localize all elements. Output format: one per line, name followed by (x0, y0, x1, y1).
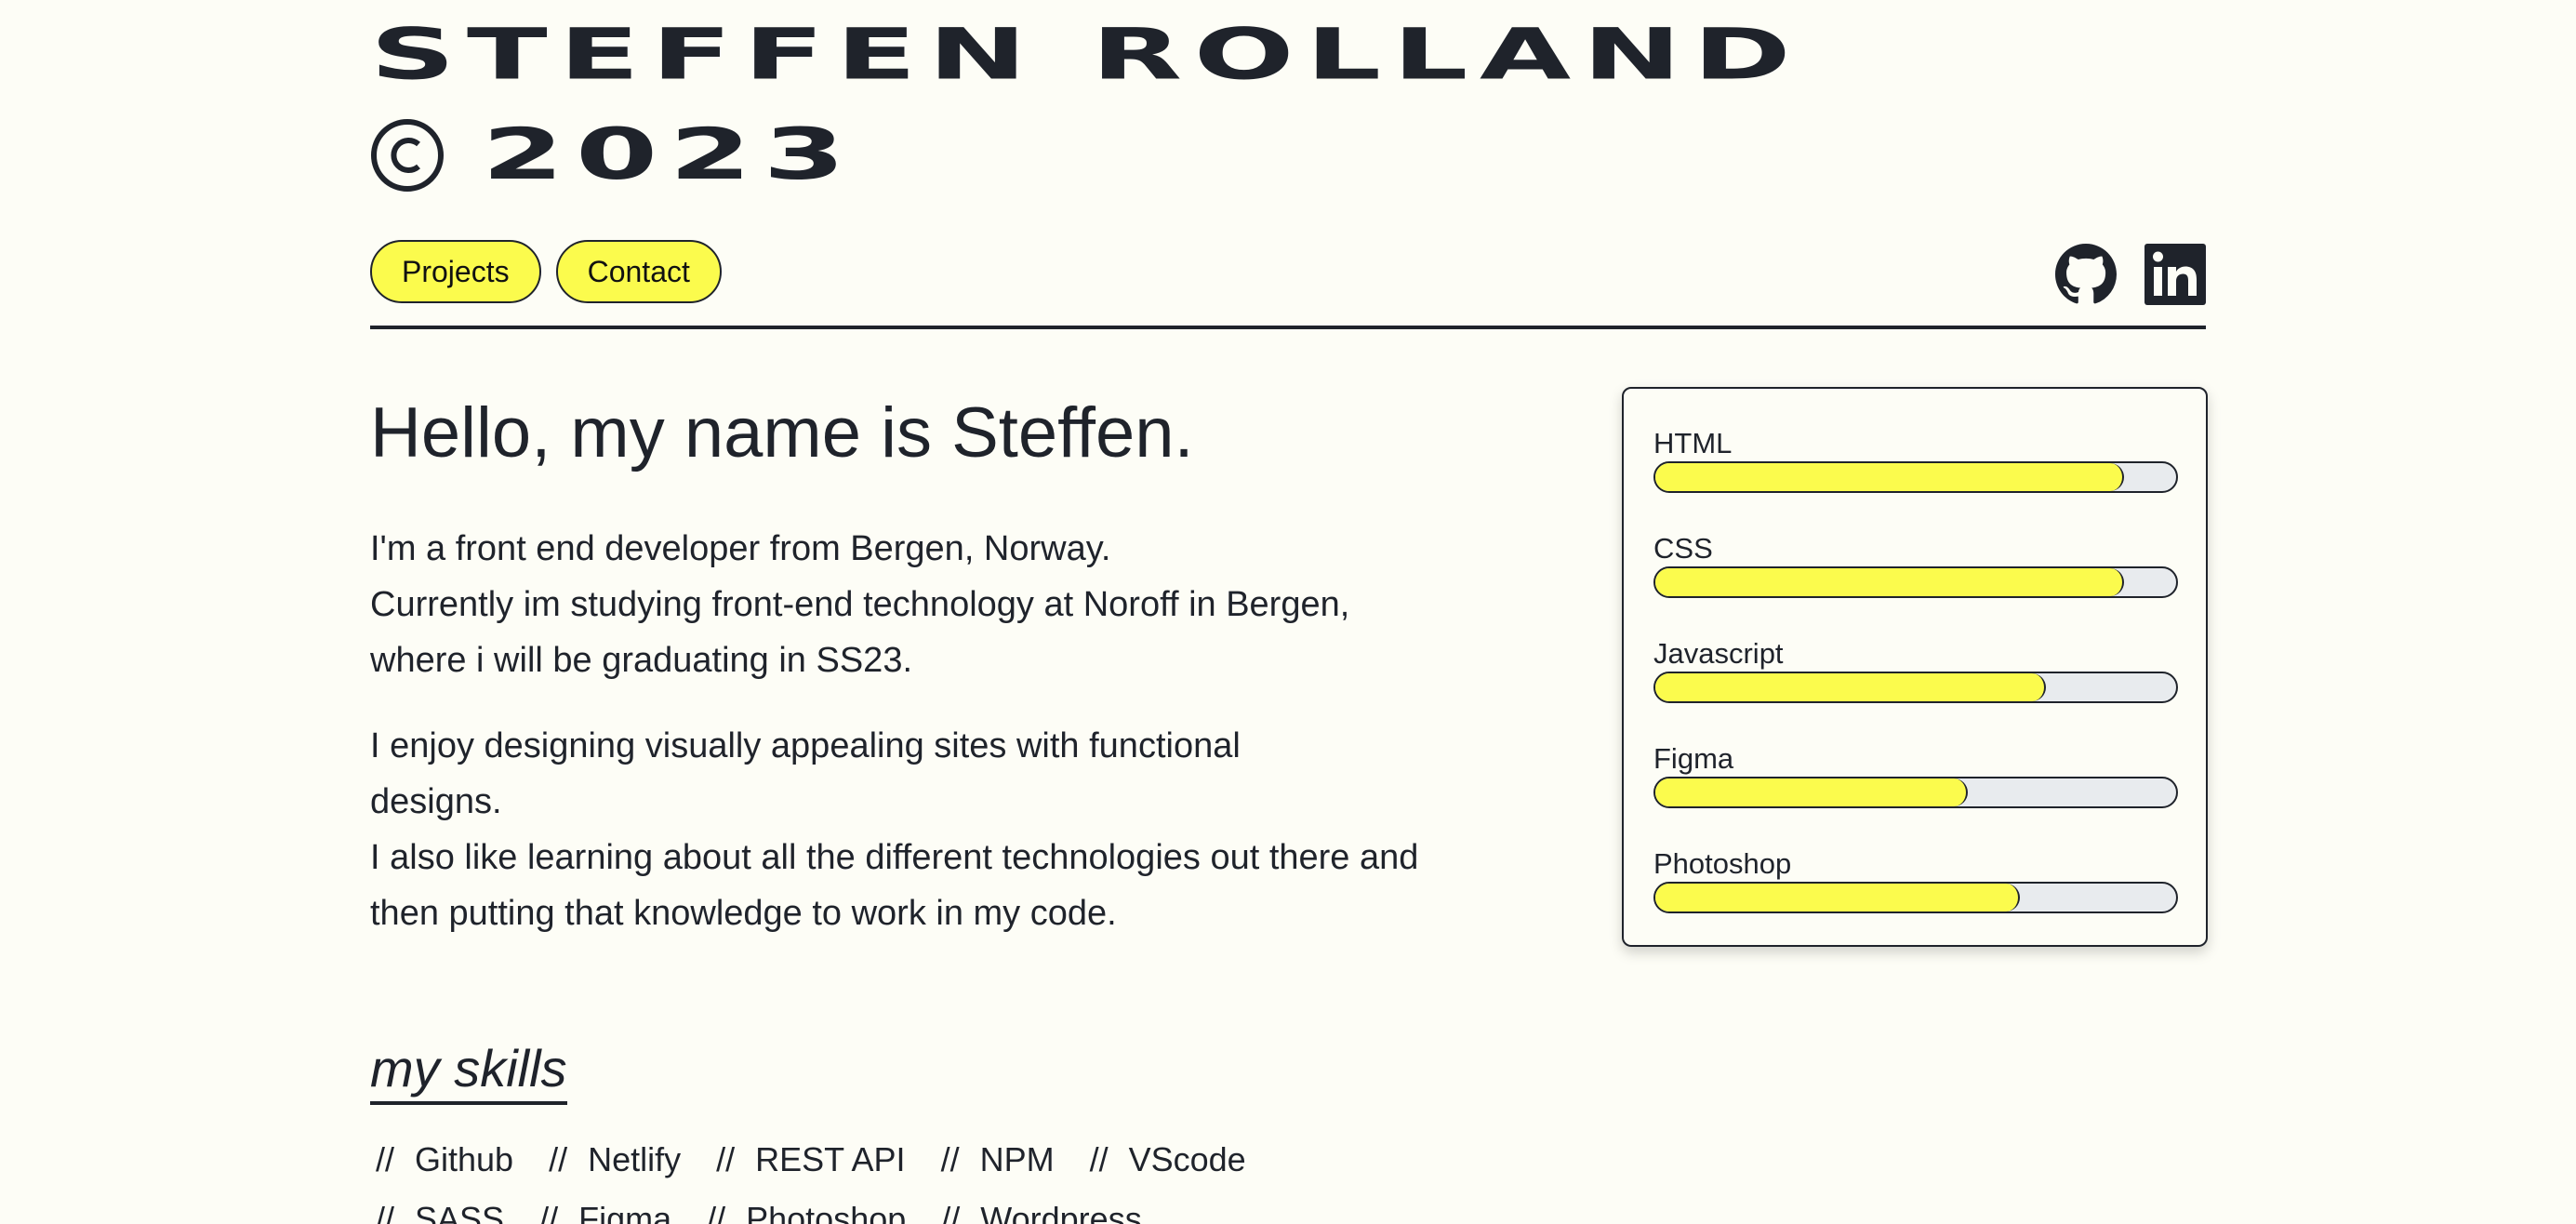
separator: // (1089, 1140, 1109, 1178)
tool-item: Figma (578, 1200, 672, 1224)
contact-button[interactable]: Contact (555, 240, 722, 303)
skill-label: HTML (1653, 427, 1733, 459)
skill-row: Photoshop (1653, 846, 2178, 951)
skill-label: Photoshop (1653, 847, 1792, 880)
skills-card: HTML CSS Javascript Figma Photoshop (1622, 387, 2208, 947)
skill-progress-bar (1653, 777, 2178, 808)
separator: // (707, 1200, 726, 1224)
intro-text: I enjoy designing visually appealing sit… (370, 726, 1241, 821)
skill-progress-fill (1655, 884, 2020, 911)
header-divider (370, 326, 2206, 329)
intro-text: Currently im studying front-end technolo… (370, 585, 1350, 680)
skill-progress-fill (1655, 463, 2124, 491)
portfolio-page: STEFFEN ROLLAND 2023 Projects Contact He… (0, 0, 2576, 1224)
logo-name: STEFFEN ROLLAND (370, 14, 1803, 96)
separator: // (539, 1200, 559, 1224)
page-title: Hello, my name is Steffen. (370, 393, 1194, 472)
skill-row: Figma (1653, 741, 2178, 846)
separator: // (376, 1200, 395, 1224)
site-logo[interactable]: STEFFEN ROLLAND 2023 (370, 20, 1791, 192)
tool-item: Github (415, 1140, 514, 1178)
separator: // (941, 1200, 961, 1224)
intro-paragraph-2: I enjoy designing visually appealing sit… (370, 718, 1430, 941)
skill-progress-fill (1655, 568, 2124, 596)
tools-list-row-2: // SASS // Figma // Photoshop // Wordpre… (376, 1200, 1177, 1224)
separator: // (716, 1140, 736, 1178)
intro-text: I'm a front end developer from Bergen, N… (370, 529, 1111, 568)
skill-progress-bar (1653, 882, 2178, 913)
copyright-icon (370, 118, 445, 193)
skill-label: CSS (1653, 532, 1713, 565)
intro-paragraph-1: I'm a front end developer from Bergen, N… (370, 521, 1430, 688)
skill-row: CSS (1653, 531, 2178, 636)
github-icon[interactable] (2055, 244, 2117, 305)
skill-progress-bar (1653, 672, 2178, 703)
intro-text: I also like learning about all the diffe… (370, 838, 1419, 933)
separator: // (549, 1140, 568, 1178)
skill-progress-fill (1655, 778, 1968, 806)
skill-label: Javascript (1653, 637, 1784, 670)
separator: // (940, 1140, 960, 1178)
skill-row: Javascript (1653, 636, 2178, 741)
tool-item: SASS (415, 1200, 505, 1224)
skill-progress-bar (1653, 566, 2178, 598)
my-skills-heading: my skills (370, 1040, 567, 1105)
tool-item: Netlify (588, 1140, 682, 1178)
tool-item: Wordpress (980, 1200, 1142, 1224)
linkedin-icon[interactable] (2144, 244, 2206, 305)
main-nav: Projects Contact (370, 240, 722, 303)
tool-item: REST API (755, 1140, 906, 1178)
logo-year-line: 2023 (370, 117, 845, 193)
logo-year: 2023 (482, 113, 857, 196)
tools-list-row-1: // Github // Netlify // REST API // NPM … (376, 1140, 1281, 1179)
skill-progress-bar (1653, 461, 2178, 493)
tool-item: VScode (1128, 1140, 1246, 1178)
skill-label: Figma (1653, 742, 1734, 775)
projects-button[interactable]: Projects (370, 240, 541, 303)
tool-item: NPM (979, 1140, 1055, 1178)
skill-progress-fill (1655, 673, 2046, 701)
skill-row: HTML (1653, 426, 2178, 531)
tool-item: Photoshop (746, 1200, 907, 1224)
separator: // (376, 1140, 395, 1178)
social-links (2055, 244, 2206, 305)
